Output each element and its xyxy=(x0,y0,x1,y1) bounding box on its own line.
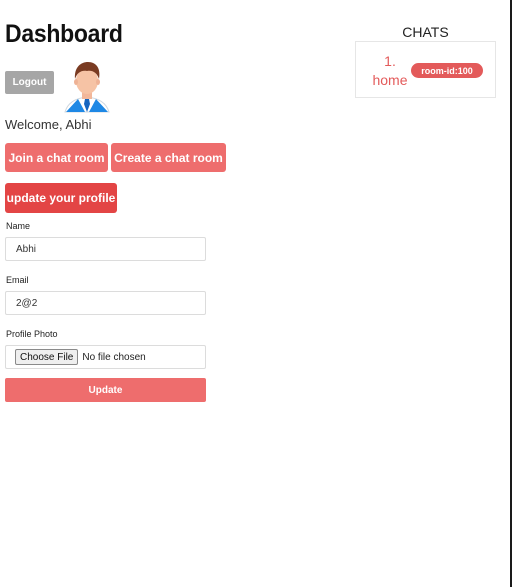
choose-file-button[interactable]: Choose File xyxy=(15,349,79,365)
page-title: Dashboard xyxy=(5,20,123,48)
update-button[interactable]: Update xyxy=(5,378,206,402)
welcome-text: Welcome, Abhi xyxy=(5,117,92,132)
update-profile-button[interactable]: update your profile xyxy=(5,183,117,213)
user-avatar-icon xyxy=(62,60,112,114)
email-field[interactable]: 2@2 xyxy=(5,291,206,315)
room-id-badge: room-id:100 xyxy=(411,63,483,78)
window-edge xyxy=(510,0,512,587)
chats-list: 1. home room-id:100 xyxy=(355,41,496,98)
logout-button[interactable]: Logout xyxy=(5,71,54,94)
chat-room-name: home xyxy=(372,72,408,88)
profile-photo-label: Profile Photo xyxy=(6,329,58,339)
create-chat-room-button[interactable]: Create a chat room xyxy=(111,143,226,172)
chats-heading: CHATS xyxy=(402,24,449,40)
profile-photo-input: Choose File No file chosen xyxy=(5,345,206,369)
file-status-text: No file chosen xyxy=(82,351,146,363)
chat-room-link-home[interactable]: 1. home xyxy=(368,52,412,90)
chat-room-index: 1. xyxy=(384,53,396,69)
name-field-value: Abhi xyxy=(16,243,37,255)
email-field-value: 2@2 xyxy=(16,297,38,309)
email-label: Email xyxy=(6,275,29,285)
name-label: Name xyxy=(6,221,31,231)
name-field[interactable]: Abhi xyxy=(5,237,206,261)
join-chat-room-button[interactable]: Join a chat room xyxy=(5,143,108,172)
